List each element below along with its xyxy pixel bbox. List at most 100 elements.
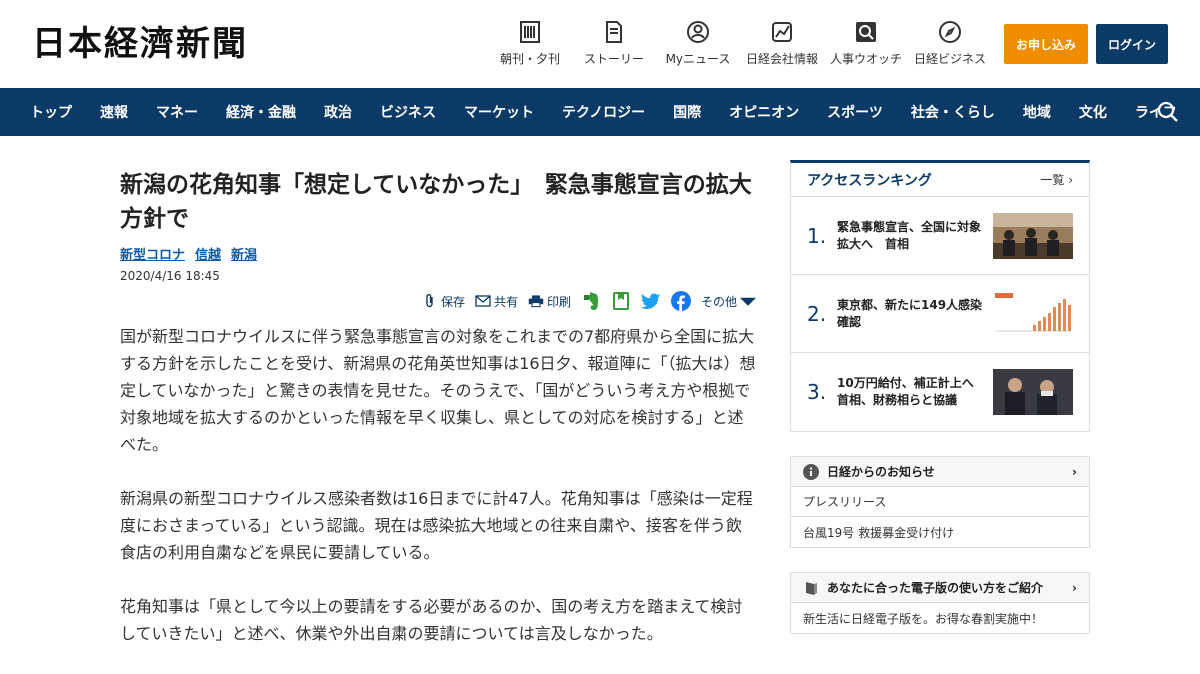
share-label: 共有	[493, 294, 518, 309]
header-nav-label: ストーリー	[583, 52, 644, 66]
gnav-item-economy[interactable]: 経済・金融	[212, 102, 310, 122]
facebook-icon	[670, 291, 691, 311]
header-nav-story[interactable]: ストーリー	[572, 20, 656, 67]
person-icon	[686, 20, 710, 44]
paperclip-icon	[426, 294, 433, 308]
ranking-number: 1.	[807, 223, 827, 248]
gnav-item-culture[interactable]: 文化	[1065, 102, 1121, 122]
login-button[interactable]: ログイン	[1096, 24, 1168, 64]
share-toolbar: 保存 共有 印刷 その他	[120, 291, 756, 311]
gnav-item-region[interactable]: 地域	[1009, 102, 1065, 122]
notice-item[interactable]: 台風19号 救援募金受け付け	[791, 517, 1089, 547]
gnav-item-politics[interactable]: 政治	[310, 102, 366, 122]
bookmark-icon	[612, 292, 629, 310]
ranking-number: 2.	[807, 301, 827, 326]
header-nav-business[interactable]: 日経ビジネス	[908, 20, 992, 67]
global-nav-list: トップ 速報 マネー 経済・金融 政治 ビジネス マーケット テクノロジー 国際…	[0, 88, 1200, 136]
header-nav-label: 人事ウオッチ	[829, 52, 902, 66]
evernote-icon	[583, 292, 598, 310]
ranking-item[interactable]: 2. 東京都、新たに149人感染確認	[791, 275, 1089, 353]
article-date: 2020/4/16 18:45	[120, 269, 220, 283]
bookmark-button[interactable]	[611, 291, 631, 311]
access-ranking: アクセスランキング 一覧 › 1. 緊急事態宣言、全国に対象拡大へ 首相 2. …	[790, 160, 1090, 432]
sidebar: アクセスランキング 一覧 › 1. 緊急事態宣言、全国に対象拡大へ 首相 2. …	[790, 160, 1090, 634]
ranking-headline: 10万円給付、補正計上へ 首相、財務相らと協議	[837, 376, 986, 407]
ranking-headline: 緊急事態宣言、全国に対象拡大へ 首相	[837, 219, 982, 251]
guide-box: あなたに合った電子版の使い方をご紹介 › 新生活に日経電子版を。お得な春割実施中…	[790, 572, 1090, 634]
share-button[interactable]: 共有	[475, 293, 518, 310]
ranking-thumbnail	[993, 212, 1073, 259]
notice-box: 日経からのお知らせ › プレスリリース 台風19号 救援募金受け付け	[790, 456, 1090, 548]
ranking-more-label: 一覧	[1040, 173, 1065, 187]
caret-down-icon	[740, 297, 756, 306]
header-nav-label: 日経会社情報	[745, 52, 818, 66]
ranking-title: アクセスランキング	[807, 172, 932, 189]
subscribe-button[interactable]: お申し込み	[1004, 24, 1088, 64]
site-header: 日本経濟新聞 朝刊・夕刊 ストーリー Myニュース 日経会社情報 人事ウオッチ …	[0, 0, 1200, 88]
twitter-button[interactable]	[640, 291, 661, 311]
header-nav-jinji[interactable]: 人事ウオッチ	[824, 20, 908, 67]
info-icon	[803, 463, 819, 480]
notice-header[interactable]: 日経からのお知らせ ›	[791, 457, 1089, 487]
printer-icon	[528, 295, 544, 308]
print-label: 印刷	[546, 294, 571, 309]
book-icon	[806, 581, 817, 595]
chevron-right-icon: ›	[1072, 580, 1077, 595]
search-icon[interactable]	[1156, 100, 1180, 124]
chart-icon	[770, 20, 794, 44]
save-label: 保存	[440, 294, 465, 309]
evernote-button[interactable]	[581, 291, 601, 311]
gnav-item-society[interactable]: 社会・くらし	[897, 102, 1009, 122]
article-paragraph: 新潟県の新型コロナウイルス感染者数は16日までに計47人。花角知事は「感染は一定…	[120, 489, 753, 562]
ranking-more-link[interactable]: 一覧 ›	[1040, 171, 1073, 188]
ranking-number: 3.	[807, 380, 827, 404]
article-body: 国が新型コロナウイルスに伴う緊急事態宣言の対象をこれまでの7都府県から全国に拡大…	[120, 323, 756, 647]
mail-icon	[475, 295, 491, 307]
gnav-item-sports[interactable]: スポーツ	[813, 102, 897, 122]
header-nav-company[interactable]: 日経会社情報	[740, 20, 824, 67]
ranking-item[interactable]: 1. 緊急事態宣言、全国に対象拡大へ 首相	[791, 197, 1089, 275]
compass-icon	[938, 20, 962, 44]
header-nav-label: Myニュース	[665, 52, 731, 66]
guide-item[interactable]: 新生活に日経電子版を。お得な春割実施中！	[791, 603, 1089, 633]
gnav-item-technology[interactable]: テクノロジー	[548, 102, 659, 122]
other-share-button[interactable]: その他	[701, 293, 756, 310]
article-tags: 新型コロナ 信越 新潟	[120, 244, 756, 263]
gnav-item-top[interactable]: トップ	[16, 102, 86, 122]
notice-item[interactable]: プレスリリース	[791, 487, 1089, 517]
guide-header[interactable]: あなたに合った電子版の使い方をご紹介 ›	[791, 573, 1089, 603]
gnav-item-sokuho[interactable]: 速報	[86, 102, 142, 122]
article-title: 新潟の花角知事「想定していなかった」 緊急事態宣言の拡大方針で	[120, 172, 752, 232]
gnav-item-opinion[interactable]: オピニオン	[715, 102, 813, 122]
facebook-button[interactable]	[670, 291, 691, 311]
gnav-item-business[interactable]: ビジネス	[366, 102, 450, 122]
gnav-item-money[interactable]: マネー	[142, 102, 212, 122]
notice-title: 日経からのお知らせ	[827, 465, 935, 479]
header-nav-paper[interactable]: 朝刊・夕刊	[488, 20, 572, 67]
document-icon	[602, 20, 626, 44]
article-paragraph: 花角知事は「県として今以上の要請をする必要があるのか、国の考え方を踏まえて検討し…	[120, 597, 743, 643]
ranking-thumbnail	[993, 290, 1073, 337]
ranking-headline: 東京都、新たに149人感染確認	[837, 297, 983, 329]
magnifier-icon	[854, 20, 878, 44]
chevron-right-icon: ›	[1068, 173, 1073, 187]
header-nav-mynews[interactable]: Myニュース	[656, 20, 740, 67]
header-nav-label: 日経ビジネス	[913, 52, 986, 66]
ranking-thumbnail	[993, 369, 1073, 415]
tag-link[interactable]: 信越	[195, 244, 221, 263]
article: 新潟の花角知事「想定していなかった」 緊急事態宣言の拡大方針で 新型コロナ 信越…	[120, 168, 756, 674]
tag-link[interactable]: 新潟	[231, 244, 257, 263]
gnav-item-international[interactable]: 国際	[659, 102, 715, 122]
ranking-header: アクセスランキング 一覧 ›	[791, 163, 1089, 197]
print-button[interactable]: 印刷	[528, 293, 571, 310]
tag-link[interactable]: 新型コロナ	[120, 244, 185, 263]
gnav-item-market[interactable]: マーケット	[450, 102, 548, 122]
chevron-right-icon: ›	[1072, 464, 1077, 479]
twitter-icon	[640, 293, 660, 309]
article-paragraph: 国が新型コロナウイルスに伴う緊急事態宣言の対象をこれまでの7都府県から全国に拡大…	[120, 327, 756, 454]
other-label: その他	[700, 294, 737, 309]
header-nav-label: 朝刊・夕刊	[499, 52, 560, 66]
site-logo[interactable]: 日本経濟新聞	[32, 24, 248, 64]
save-button[interactable]: 保存	[422, 293, 465, 310]
ranking-item[interactable]: 3. 10万円給付、補正計上へ 首相、財務相らと協議	[791, 353, 1089, 431]
